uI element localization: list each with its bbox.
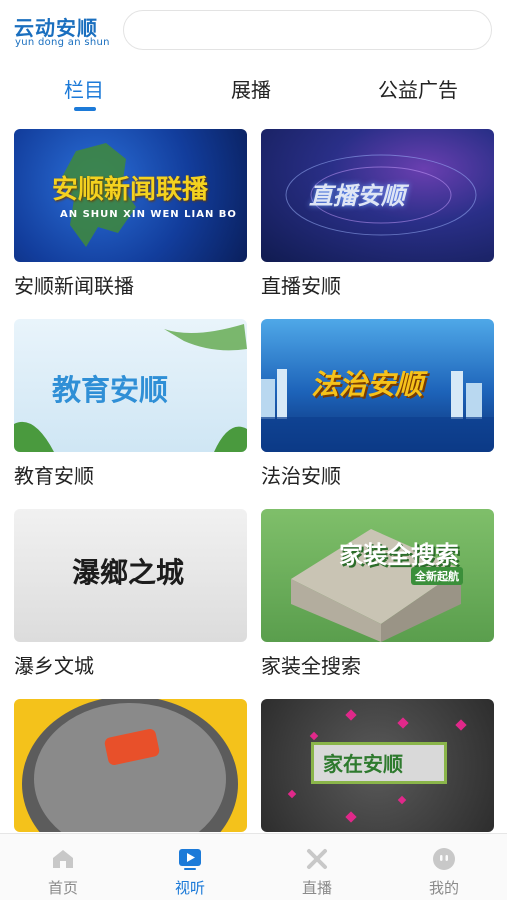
program-card-live[interactable]: 直播安顺 直播安顺	[261, 129, 494, 299]
program-card-home-anshun[interactable]: 家在安顺	[261, 699, 494, 832]
program-title: 直播安顺	[261, 274, 341, 298]
nav-profile-label: 我的	[428, 879, 459, 897]
thumb-title: 家装全搜索	[339, 541, 459, 569]
nav-home[interactable]: 首页	[0, 834, 126, 901]
logo-pinyin: yun dong an shun	[15, 37, 110, 48]
nav-home-label: 首页	[47, 879, 78, 897]
program-grid: 安顺新闻联播 AN SHUN XIN WEN LIAN BO 安顺新闻联播 直播…	[0, 127, 507, 832]
category-tabs: 栏目 展播 公益广告	[0, 64, 507, 114]
profile-icon	[433, 848, 455, 870]
program-title: 瀑乡文城	[14, 654, 94, 678]
program-thumbnail: 法治安顺	[261, 319, 494, 452]
nav-video[interactable]: 视听	[127, 834, 253, 901]
thumb-title: 教育安顺	[52, 373, 169, 407]
bottom-navigation: 首页 视听 直播 我的	[0, 833, 507, 900]
tab-public-ads[interactable]: 公益广告	[378, 74, 458, 103]
program-thumbnail: 家在安顺	[261, 699, 494, 832]
program-thumbnail: 安顺新闻联播 AN SHUN XIN WEN LIAN BO	[14, 129, 247, 262]
program-card-home-decor[interactable]: 家装全搜索 全新起航 家装全搜索	[261, 509, 494, 679]
program-thumbnail: 直播安顺	[261, 129, 494, 262]
program-title: 教育安顺	[14, 464, 94, 488]
program-card-waterfall-city[interactable]: 瀑鄉之城 瀑乡文城	[14, 509, 247, 679]
thumb-subtitle: 全新起航	[411, 567, 463, 585]
program-thumbnail	[14, 699, 247, 832]
program-title: 法治安顺	[261, 464, 341, 488]
program-thumbnail: 家装全搜索 全新起航	[261, 509, 494, 642]
nav-live-label: 直播	[301, 879, 332, 897]
tab-columns[interactable]: 栏目	[64, 74, 104, 103]
bowl-graphic-icon	[22, 699, 238, 832]
program-card-law[interactable]: 法治安顺 法治安顺	[261, 319, 494, 489]
program-thumbnail: 瀑鄉之城	[14, 509, 247, 642]
active-tab-indicator	[74, 107, 96, 111]
nav-live[interactable]: 直播	[254, 834, 380, 901]
thumb-title: 家在安顺	[323, 752, 403, 776]
home-icon	[53, 850, 73, 868]
thumb-title: 直播安顺	[309, 182, 405, 210]
program-card-education[interactable]: 教育安顺 教育安顺	[14, 319, 247, 489]
program-title: 家装全搜索	[261, 654, 361, 678]
program-thumbnail: 教育安顺	[14, 319, 247, 452]
thumb-title: 法治安顺	[311, 368, 424, 401]
program-card-news[interactable]: 安顺新闻联播 AN SHUN XIN WEN LIAN BO 安顺新闻联播	[14, 129, 247, 299]
app-logo: 云动安顺 yun dong an shun	[14, 12, 109, 52]
thumb-subtitle: AN SHUN XIN WEN LIAN BO	[60, 209, 237, 220]
tab-showcase[interactable]: 展播	[231, 74, 271, 103]
live-icon	[307, 849, 327, 869]
video-play-icon	[179, 849, 201, 870]
nav-video-label: 视听	[174, 879, 205, 897]
program-title: 安顺新闻联播	[14, 274, 134, 298]
app-header: 云动安顺 yun dong an shun	[0, 0, 507, 60]
program-card-7[interactable]	[14, 699, 247, 832]
search-bar[interactable]	[123, 10, 492, 50]
thumb-title: 安顺新闻联播	[52, 175, 209, 205]
thumb-title: 瀑鄉之城	[72, 556, 185, 589]
nav-profile[interactable]: 我的	[381, 834, 507, 901]
